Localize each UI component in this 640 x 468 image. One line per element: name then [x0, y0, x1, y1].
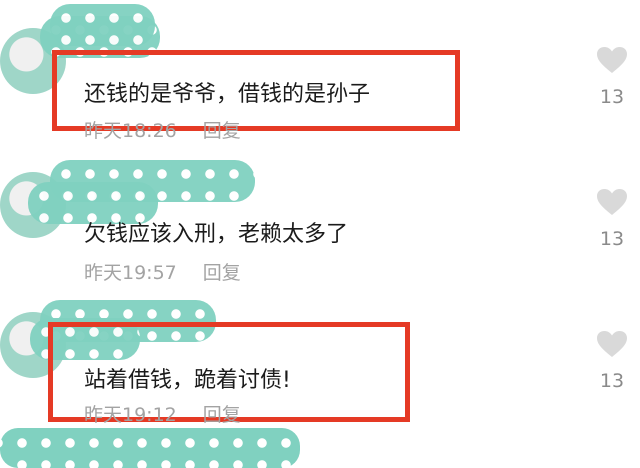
comment-time: 昨天19:57	[84, 262, 177, 284]
comment-meta: 昨天19:57 回复	[84, 258, 241, 285]
username-redaction	[0, 428, 300, 468]
like-count: 13	[599, 370, 625, 392]
like-button[interactable]: 13	[590, 330, 634, 392]
comment-text: 欠钱应该入刑，老赖太多了	[84, 222, 349, 247]
comment-meta: 昨天19:12 回复	[84, 400, 241, 427]
heart-icon	[597, 331, 627, 357]
like-button[interactable]: 13	[590, 188, 634, 250]
reply-button[interactable]: 回复	[203, 404, 241, 426]
reply-button[interactable]: 回复	[203, 262, 241, 284]
comment-text: 站着借钱，跪着讨债!	[84, 368, 291, 393]
comment-time: 昨天19:12	[84, 404, 177, 426]
like-count: 13	[599, 228, 625, 250]
comment-item: 站着借钱，跪着讨债! 昨天19:12 回复 13	[0, 0, 640, 426]
heart-icon	[597, 189, 627, 215]
